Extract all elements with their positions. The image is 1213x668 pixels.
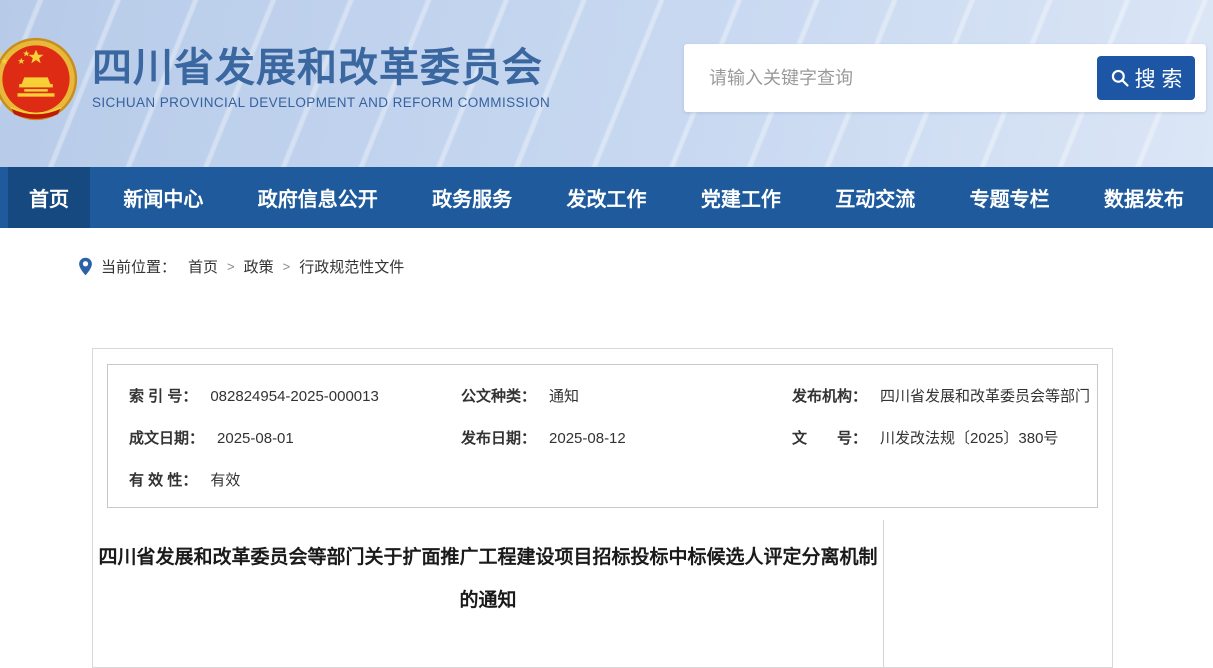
main-nav: 首页 新闻中心 政府信息公开 政务服务 发改工作 党建工作 互动交流 专题专栏 … (0, 167, 1213, 228)
site-title: 四川省发展和改革委员会 (92, 46, 550, 90)
nav-item-gov-info[interactable]: 政府信息公开 (237, 167, 399, 228)
location-pin-icon (78, 257, 93, 276)
nav-item-interaction[interactable]: 互动交流 (814, 167, 936, 228)
site-subtitle: SICHUAN PROVINCIAL DEVELOPMENT AND REFOR… (92, 95, 550, 110)
meta-written-date: 成文日期：2025-08-01 (108, 427, 461, 448)
meta-issuing-agency: 发布机构：四川省发展和改革委员会等部门 (792, 385, 1097, 406)
nav-item-home[interactable]: 首页 (8, 167, 90, 228)
search-button-label: 搜 索 (1135, 63, 1183, 93)
nav-item-special-topics[interactable]: 专题专栏 (949, 167, 1071, 228)
document-meta-table: 索 引 号：082824954-2025-000013 公文种类：通知 发布机构… (107, 364, 1098, 508)
search-icon (1110, 68, 1130, 88)
document-body: 四川省发展和改革委员会等部门关于扩面推广工程建设项目招标投标中标候选人评定分离机… (93, 508, 1112, 667)
nav-item-party-building[interactable]: 党建工作 (680, 167, 802, 228)
meta-index-number: 索 引 号：082824954-2025-000013 (108, 385, 461, 406)
nav-item-news[interactable]: 新闻中心 (102, 167, 224, 228)
nav-item-data-release[interactable]: 数据发布 (1083, 167, 1205, 228)
article-column: 四川省发展和改革委员会等部门关于扩面推广工程建设项目招标投标中标候选人评定分离机… (93, 508, 883, 667)
breadcrumb-label: 当前位置： (101, 256, 176, 277)
search-button[interactable]: 搜 索 (1097, 56, 1195, 100)
meta-doc-type: 公文种类：通知 (461, 385, 792, 406)
site-title-block: 四川省发展和改革委员会 SICHUAN PROVINCIAL DEVELOPME… (92, 36, 550, 110)
right-side-panel (883, 520, 1112, 667)
breadcrumb-normative-docs[interactable]: 行政规范性文件 (299, 256, 404, 277)
national-emblem-icon (0, 36, 78, 122)
breadcrumb-policy[interactable]: 政策 (244, 256, 274, 277)
document-title: 四川省发展和改革委员会等部门关于扩面推广工程建设项目招标投标中标候选人评定分离机… (97, 536, 879, 622)
search-input[interactable] (684, 44, 1084, 112)
breadcrumb-home[interactable]: 首页 (188, 256, 218, 277)
document-container: 索 引 号：082824954-2025-000013 公文种类：通知 发布机构… (92, 348, 1113, 668)
breadcrumb-separator: > (227, 259, 235, 274)
search-bar: 搜 索 (684, 44, 1206, 112)
nav-item-services[interactable]: 政务服务 (411, 167, 533, 228)
meta-doc-number: 文 号：川发改法规〔2025〕380号 (792, 427, 1097, 448)
meta-validity: 有 效 性：有效 (108, 469, 461, 490)
breadcrumb: 当前位置： 首页 > 政策 > 行政规范性文件 (0, 228, 1213, 277)
breadcrumb-separator: > (283, 259, 291, 274)
site-header: 四川省发展和改革委员会 SICHUAN PROVINCIAL DEVELOPME… (0, 0, 1213, 167)
nav-item-ndrc-work[interactable]: 发改工作 (546, 167, 668, 228)
meta-publish-date: 发布日期：2025-08-12 (461, 427, 792, 448)
site-logo-link[interactable]: 四川省发展和改革委员会 SICHUAN PROVINCIAL DEVELOPME… (0, 36, 550, 122)
